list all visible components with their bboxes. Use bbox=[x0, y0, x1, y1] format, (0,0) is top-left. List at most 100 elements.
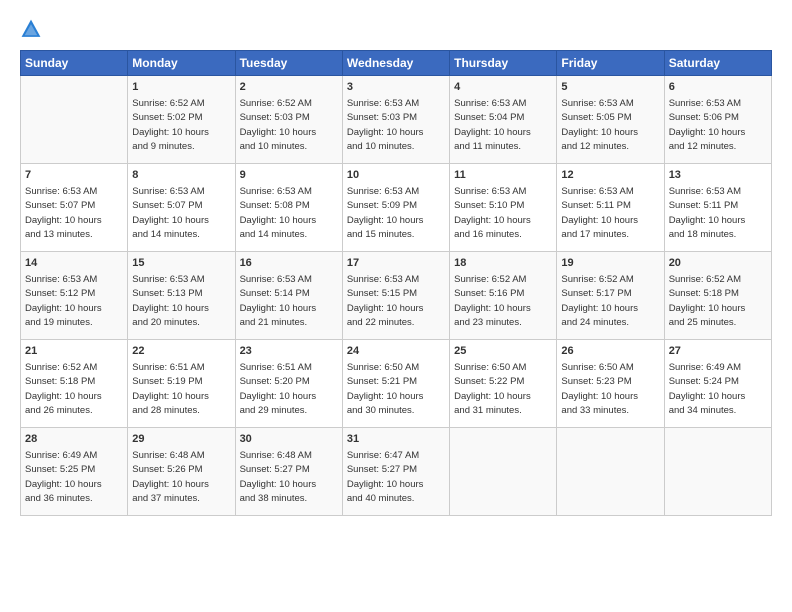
header-cell: Tuesday bbox=[235, 51, 342, 76]
day-info: Sunrise: 6:52 AM Sunset: 5:03 PM Dayligh… bbox=[240, 98, 317, 153]
day-info: Sunrise: 6:53 AM Sunset: 5:11 PM Dayligh… bbox=[669, 186, 746, 241]
page: SundayMondayTuesdayWednesdayThursdayFrid… bbox=[0, 0, 792, 612]
day-info: Sunrise: 6:53 AM Sunset: 5:07 PM Dayligh… bbox=[132, 186, 209, 241]
calendar-cell: 27 Sunrise: 6:49 AM Sunset: 5:24 PM Dayli… bbox=[664, 340, 771, 428]
calendar-body: 1 Sunrise: 6:52 AM Sunset: 5:02 PM Daylig… bbox=[21, 76, 772, 516]
calendar-cell: 29Sunrise: 6:48 AM Sunset: 5:26 PM Dayli… bbox=[128, 428, 235, 516]
logo-icon bbox=[20, 18, 42, 40]
calendar-week-row: 1 Sunrise: 6:52 AM Sunset: 5:02 PM Daylig… bbox=[21, 76, 772, 164]
header-cell: Wednesday bbox=[342, 51, 449, 76]
logo bbox=[20, 18, 46, 40]
day-info: Sunrise: 6:53 AM Sunset: 5:13 PM Dayligh… bbox=[132, 274, 209, 329]
calendar-cell: 30 Sunrise: 6:48 AM Sunset: 5:27 PM Dayli… bbox=[235, 428, 342, 516]
calendar-week-row: 7 Sunrise: 6:53 AM Sunset: 5:07 PM Daylig… bbox=[21, 164, 772, 252]
day-number: 11 bbox=[454, 168, 552, 184]
calendar-cell: 20 Sunrise: 6:52 AM Sunset: 5:18 PM Dayli… bbox=[664, 252, 771, 340]
calendar-cell bbox=[21, 76, 128, 164]
calendar-cell: 10 Sunrise: 6:53 AM Sunset: 5:09 PM Dayli… bbox=[342, 164, 449, 252]
day-number: 25 bbox=[454, 344, 552, 360]
day-info: Sunrise: 6:49 AM Sunset: 5:24 PM Dayligh… bbox=[669, 362, 746, 417]
day-number: 16 bbox=[240, 256, 338, 272]
day-info: Sunrise: 6:48 AM Sunset: 5:27 PM Dayligh… bbox=[240, 450, 317, 505]
day-number: 31 bbox=[347, 432, 445, 448]
day-info: Sunrise: 6:47 AM Sunset: 5:27 PM Dayligh… bbox=[347, 450, 424, 505]
day-number: 27 bbox=[669, 344, 767, 360]
day-number: 15 bbox=[132, 256, 230, 272]
day-info: Sunrise: 6:53 AM Sunset: 5:03 PM Dayligh… bbox=[347, 98, 424, 153]
calendar-cell: 16Sunrise: 6:53 AM Sunset: 5:14 PM Dayli… bbox=[235, 252, 342, 340]
day-number: 21 bbox=[25, 344, 123, 360]
calendar-cell: 14 Sunrise: 6:53 AM Sunset: 5:12 PM Dayli… bbox=[21, 252, 128, 340]
calendar-cell: 11 Sunrise: 6:53 AM Sunset: 5:10 PM Dayli… bbox=[450, 164, 557, 252]
calendar-cell: 18 Sunrise: 6:52 AM Sunset: 5:16 PM Dayli… bbox=[450, 252, 557, 340]
day-info: Sunrise: 6:51 AM Sunset: 5:20 PM Dayligh… bbox=[240, 362, 317, 417]
day-number: 24 bbox=[347, 344, 445, 360]
day-info: Sunrise: 6:53 AM Sunset: 5:11 PM Dayligh… bbox=[561, 186, 638, 241]
calendar-cell bbox=[557, 428, 664, 516]
day-info: Sunrise: 6:51 AM Sunset: 5:19 PM Dayligh… bbox=[132, 362, 209, 417]
day-info: Sunrise: 6:53 AM Sunset: 5:10 PM Dayligh… bbox=[454, 186, 531, 241]
day-number: 19 bbox=[561, 256, 659, 272]
day-info: Sunrise: 6:53 AM Sunset: 5:06 PM Dayligh… bbox=[669, 98, 746, 153]
day-info: Sunrise: 6:50 AM Sunset: 5:22 PM Dayligh… bbox=[454, 362, 531, 417]
calendar-cell: 25 Sunrise: 6:50 AM Sunset: 5:22 PM Dayli… bbox=[450, 340, 557, 428]
calendar-cell bbox=[450, 428, 557, 516]
header-row bbox=[20, 18, 772, 40]
calendar-header: SundayMondayTuesdayWednesdayThursdayFrid… bbox=[21, 51, 772, 76]
calendar-cell: 22 Sunrise: 6:51 AM Sunset: 5:19 PM Dayli… bbox=[128, 340, 235, 428]
day-info: Sunrise: 6:53 AM Sunset: 5:15 PM Dayligh… bbox=[347, 274, 424, 329]
calendar-cell: 3Sunrise: 6:53 AM Sunset: 5:03 PM Daylig… bbox=[342, 76, 449, 164]
day-number: 18 bbox=[454, 256, 552, 272]
day-info: Sunrise: 6:53 AM Sunset: 5:05 PM Dayligh… bbox=[561, 98, 638, 153]
header-cell: Saturday bbox=[664, 51, 771, 76]
calendar-week-row: 21 Sunrise: 6:52 AM Sunset: 5:18 PM Dayli… bbox=[21, 340, 772, 428]
day-number: 30 bbox=[240, 432, 338, 448]
calendar-cell: 1 Sunrise: 6:52 AM Sunset: 5:02 PM Daylig… bbox=[128, 76, 235, 164]
day-info: Sunrise: 6:52 AM Sunset: 5:18 PM Dayligh… bbox=[669, 274, 746, 329]
day-info: Sunrise: 6:52 AM Sunset: 5:16 PM Dayligh… bbox=[454, 274, 531, 329]
day-number: 28 bbox=[25, 432, 123, 448]
calendar-cell bbox=[664, 428, 771, 516]
calendar-cell: 28Sunrise: 6:49 AM Sunset: 5:25 PM Dayli… bbox=[21, 428, 128, 516]
day-number: 10 bbox=[347, 168, 445, 184]
day-number: 23 bbox=[240, 344, 338, 360]
header-cell: Monday bbox=[128, 51, 235, 76]
calendar-cell: 31 Sunrise: 6:47 AM Sunset: 5:27 PM Dayli… bbox=[342, 428, 449, 516]
calendar-cell: 5Sunrise: 6:53 AM Sunset: 5:05 PM Daylig… bbox=[557, 76, 664, 164]
day-info: Sunrise: 6:53 AM Sunset: 5:04 PM Dayligh… bbox=[454, 98, 531, 153]
day-info: Sunrise: 6:53 AM Sunset: 5:09 PM Dayligh… bbox=[347, 186, 424, 241]
header-cell: Sunday bbox=[21, 51, 128, 76]
day-info: Sunrise: 6:50 AM Sunset: 5:21 PM Dayligh… bbox=[347, 362, 424, 417]
day-number: 2 bbox=[240, 80, 338, 96]
day-number: 14 bbox=[25, 256, 123, 272]
day-number: 6 bbox=[669, 80, 767, 96]
calendar-cell: 2 Sunrise: 6:52 AM Sunset: 5:03 PM Daylig… bbox=[235, 76, 342, 164]
calendar-cell: 4 Sunrise: 6:53 AM Sunset: 5:04 PM Daylig… bbox=[450, 76, 557, 164]
day-info: Sunrise: 6:48 AM Sunset: 5:26 PM Dayligh… bbox=[132, 450, 209, 505]
day-number: 8 bbox=[132, 168, 230, 184]
day-info: Sunrise: 6:53 AM Sunset: 5:08 PM Dayligh… bbox=[240, 186, 317, 241]
day-number: 20 bbox=[669, 256, 767, 272]
day-info: Sunrise: 6:53 AM Sunset: 5:12 PM Dayligh… bbox=[25, 274, 102, 329]
calendar-cell: 23 Sunrise: 6:51 AM Sunset: 5:20 PM Dayli… bbox=[235, 340, 342, 428]
day-number: 26 bbox=[561, 344, 659, 360]
calendar-week-row: 14 Sunrise: 6:53 AM Sunset: 5:12 PM Dayli… bbox=[21, 252, 772, 340]
day-info: Sunrise: 6:52 AM Sunset: 5:18 PM Dayligh… bbox=[25, 362, 102, 417]
calendar-cell: 8 Sunrise: 6:53 AM Sunset: 5:07 PM Daylig… bbox=[128, 164, 235, 252]
calendar-cell: 19 Sunrise: 6:52 AM Sunset: 5:17 PM Dayli… bbox=[557, 252, 664, 340]
day-number: 17 bbox=[347, 256, 445, 272]
day-number: 1 bbox=[132, 80, 230, 96]
day-number: 7 bbox=[25, 168, 123, 184]
day-number: 13 bbox=[669, 168, 767, 184]
day-info: Sunrise: 6:52 AM Sunset: 5:02 PM Dayligh… bbox=[132, 98, 209, 153]
calendar-cell: 21 Sunrise: 6:52 AM Sunset: 5:18 PM Dayli… bbox=[21, 340, 128, 428]
calendar-cell: 15 Sunrise: 6:53 AM Sunset: 5:13 PM Dayli… bbox=[128, 252, 235, 340]
day-info: Sunrise: 6:52 AM Sunset: 5:17 PM Dayligh… bbox=[561, 274, 638, 329]
calendar-table: SundayMondayTuesdayWednesdayThursdayFrid… bbox=[20, 50, 772, 516]
day-number: 4 bbox=[454, 80, 552, 96]
calendar-cell: 7Sunrise: 6:53 AM Sunset: 5:07 PM Daylig… bbox=[21, 164, 128, 252]
header-cell: Friday bbox=[557, 51, 664, 76]
calendar-cell: 17 Sunrise: 6:53 AM Sunset: 5:15 PM Dayli… bbox=[342, 252, 449, 340]
day-number: 22 bbox=[132, 344, 230, 360]
calendar-cell: 13 Sunrise: 6:53 AM Sunset: 5:11 PM Dayli… bbox=[664, 164, 771, 252]
